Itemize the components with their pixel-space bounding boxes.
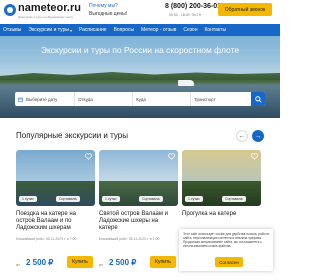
working-hours: 09:00 - 18:00, Пн-Пт — [169, 13, 202, 17]
tour-title[interactable]: Прогулка на катере — [182, 211, 261, 218]
tour-departure: Ближайший рейс: 08.11.2023 г. в 7:00 — [99, 237, 160, 241]
search-icon — [254, 95, 262, 103]
duration-badge: 1 сутки — [185, 196, 203, 202]
buy-button[interactable]: Купить — [67, 256, 93, 268]
logo-tagline: Экскурсии и туры по Ладожскому озеру — [18, 15, 74, 19]
price-prefix: от — [99, 262, 103, 267]
arrow-right-icon: → — [254, 132, 262, 140]
phone-number[interactable]: 8 (800) 200-36-01 — [165, 3, 221, 10]
nav-item-label: Вопросы — [113, 27, 135, 33]
duration-badge: 1 сутки — [102, 196, 120, 202]
nav-item-label: Расписание — [78, 27, 107, 33]
search-button[interactable] — [251, 92, 265, 106]
to-field[interactable]: Куда — [133, 92, 191, 106]
date-field[interactable]: Выберите дату — [15, 92, 75, 106]
location-badge: Сортавала — [56, 196, 80, 202]
nav-item-tours[interactable]: Экскурсии и туры ▾ — [28, 27, 72, 33]
nav-item-questions[interactable]: Вопросы — [114, 27, 134, 33]
location-badge: Сортавала — [222, 196, 246, 202]
nav-item-label: Метеор - отзыв — [141, 27, 177, 33]
heart-icon[interactable] — [85, 153, 92, 160]
transport-placeholder: Транспорт — [194, 96, 216, 102]
nav-item-meteor[interactable]: Метеор - отзыв — [141, 27, 176, 33]
logo[interactable]: nameteor.ru — [18, 2, 81, 14]
tour-price: 2 500 ₽ — [109, 258, 137, 267]
why-us-link[interactable]: Почему мы? — [89, 3, 118, 9]
duration-badge: 1 сутки — [19, 196, 37, 202]
from-placeholder: Откуда — [78, 96, 93, 102]
location-badge: Сортавала — [139, 196, 163, 202]
to-placeholder: Куда — [136, 96, 146, 102]
arrow-left-icon: ← — [238, 132, 246, 140]
search-bar: Выберите дату Откуда Куда Транспорт — [15, 92, 265, 106]
cookie-accept-button[interactable]: Согласен — [215, 257, 243, 267]
hero-banner: Экскурсии и туры по России на скоростном… — [0, 36, 280, 118]
tour-departure: Ближайший рейс: 08.11.2023 г. в 7:00 — [16, 237, 77, 241]
nav-item-label: Контакты — [204, 27, 227, 33]
section-title: Популярные экскурсии и туры — [16, 131, 128, 140]
logo-icon[interactable] — [4, 4, 16, 16]
buy-button[interactable]: Купить — [150, 256, 176, 268]
nav-item-label: Экскурсии и туры — [28, 27, 69, 33]
cookie-text: Этот сайт использует cookie для удобства… — [183, 232, 269, 248]
cookie-banner: Этот сайт использует cookie для удобства… — [179, 229, 273, 271]
heart-icon[interactable] — [168, 153, 175, 160]
calendar-icon — [18, 97, 23, 102]
from-field[interactable]: Откуда — [75, 92, 133, 106]
nav-item-season[interactable]: Сезон — [183, 27, 197, 33]
nav-item-schedule[interactable]: Расписание — [79, 27, 107, 33]
hero-title: Экскурсии и туры по России на скоростном… — [40, 45, 240, 55]
chevron-down-icon: ▾ — [69, 27, 72, 33]
tour-card[interactable]: 1 сутки Сортавала Поездка на катере на о… — [16, 150, 95, 276]
nav-item-label: Отзывы — [3, 27, 22, 33]
carousel-prev-button[interactable]: ← — [236, 130, 248, 142]
nav-item-contacts[interactable]: Контакты — [204, 27, 226, 33]
tour-card[interactable]: 1 сутки Сортавала Святой остров Валаам и… — [99, 150, 178, 276]
price-prefix: от — [16, 262, 20, 267]
date-placeholder: Выберите дату — [26, 96, 58, 102]
header: nameteor.ru Экскурсии и туры по Ладожско… — [0, 0, 280, 24]
callback-button[interactable]: Обратный звонок — [218, 3, 272, 16]
carousel-next-button[interactable]: → — [252, 130, 264, 142]
benefits-text: Выгодные цены! — [89, 11, 128, 17]
tour-price: 2 500 ₽ — [26, 258, 54, 267]
tour-title[interactable]: Поездка на катере на остров Валаам и по … — [16, 211, 95, 232]
hero-landscape — [0, 72, 280, 80]
heart-icon[interactable] — [251, 153, 258, 160]
main-nav: Отзывы Экскурсии и туры ▾ Расписание Вопр… — [0, 24, 280, 36]
boat-image — [178, 80, 194, 86]
nav-item-reviews[interactable]: Отзывы — [3, 27, 21, 33]
tour-title[interactable]: Святой остров Валаам и Ладожские шхеры н… — [99, 211, 178, 232]
nav-item-label: Сезон — [183, 27, 198, 33]
transport-field[interactable]: Транспорт — [191, 92, 251, 106]
